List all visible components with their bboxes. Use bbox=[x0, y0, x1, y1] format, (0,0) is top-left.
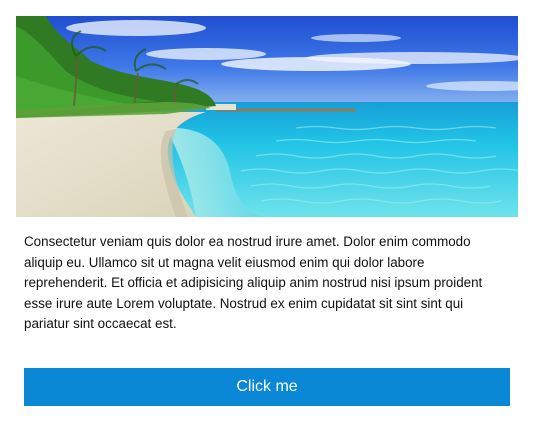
beach-hero-image bbox=[16, 16, 518, 217]
body-paragraph: Consectetur veniam quis dolor ea nostrud… bbox=[24, 234, 483, 332]
content-card: Consectetur veniam quis dolor ea nostrud… bbox=[0, 0, 534, 446]
click-me-button[interactable]: Click me bbox=[24, 368, 510, 406]
